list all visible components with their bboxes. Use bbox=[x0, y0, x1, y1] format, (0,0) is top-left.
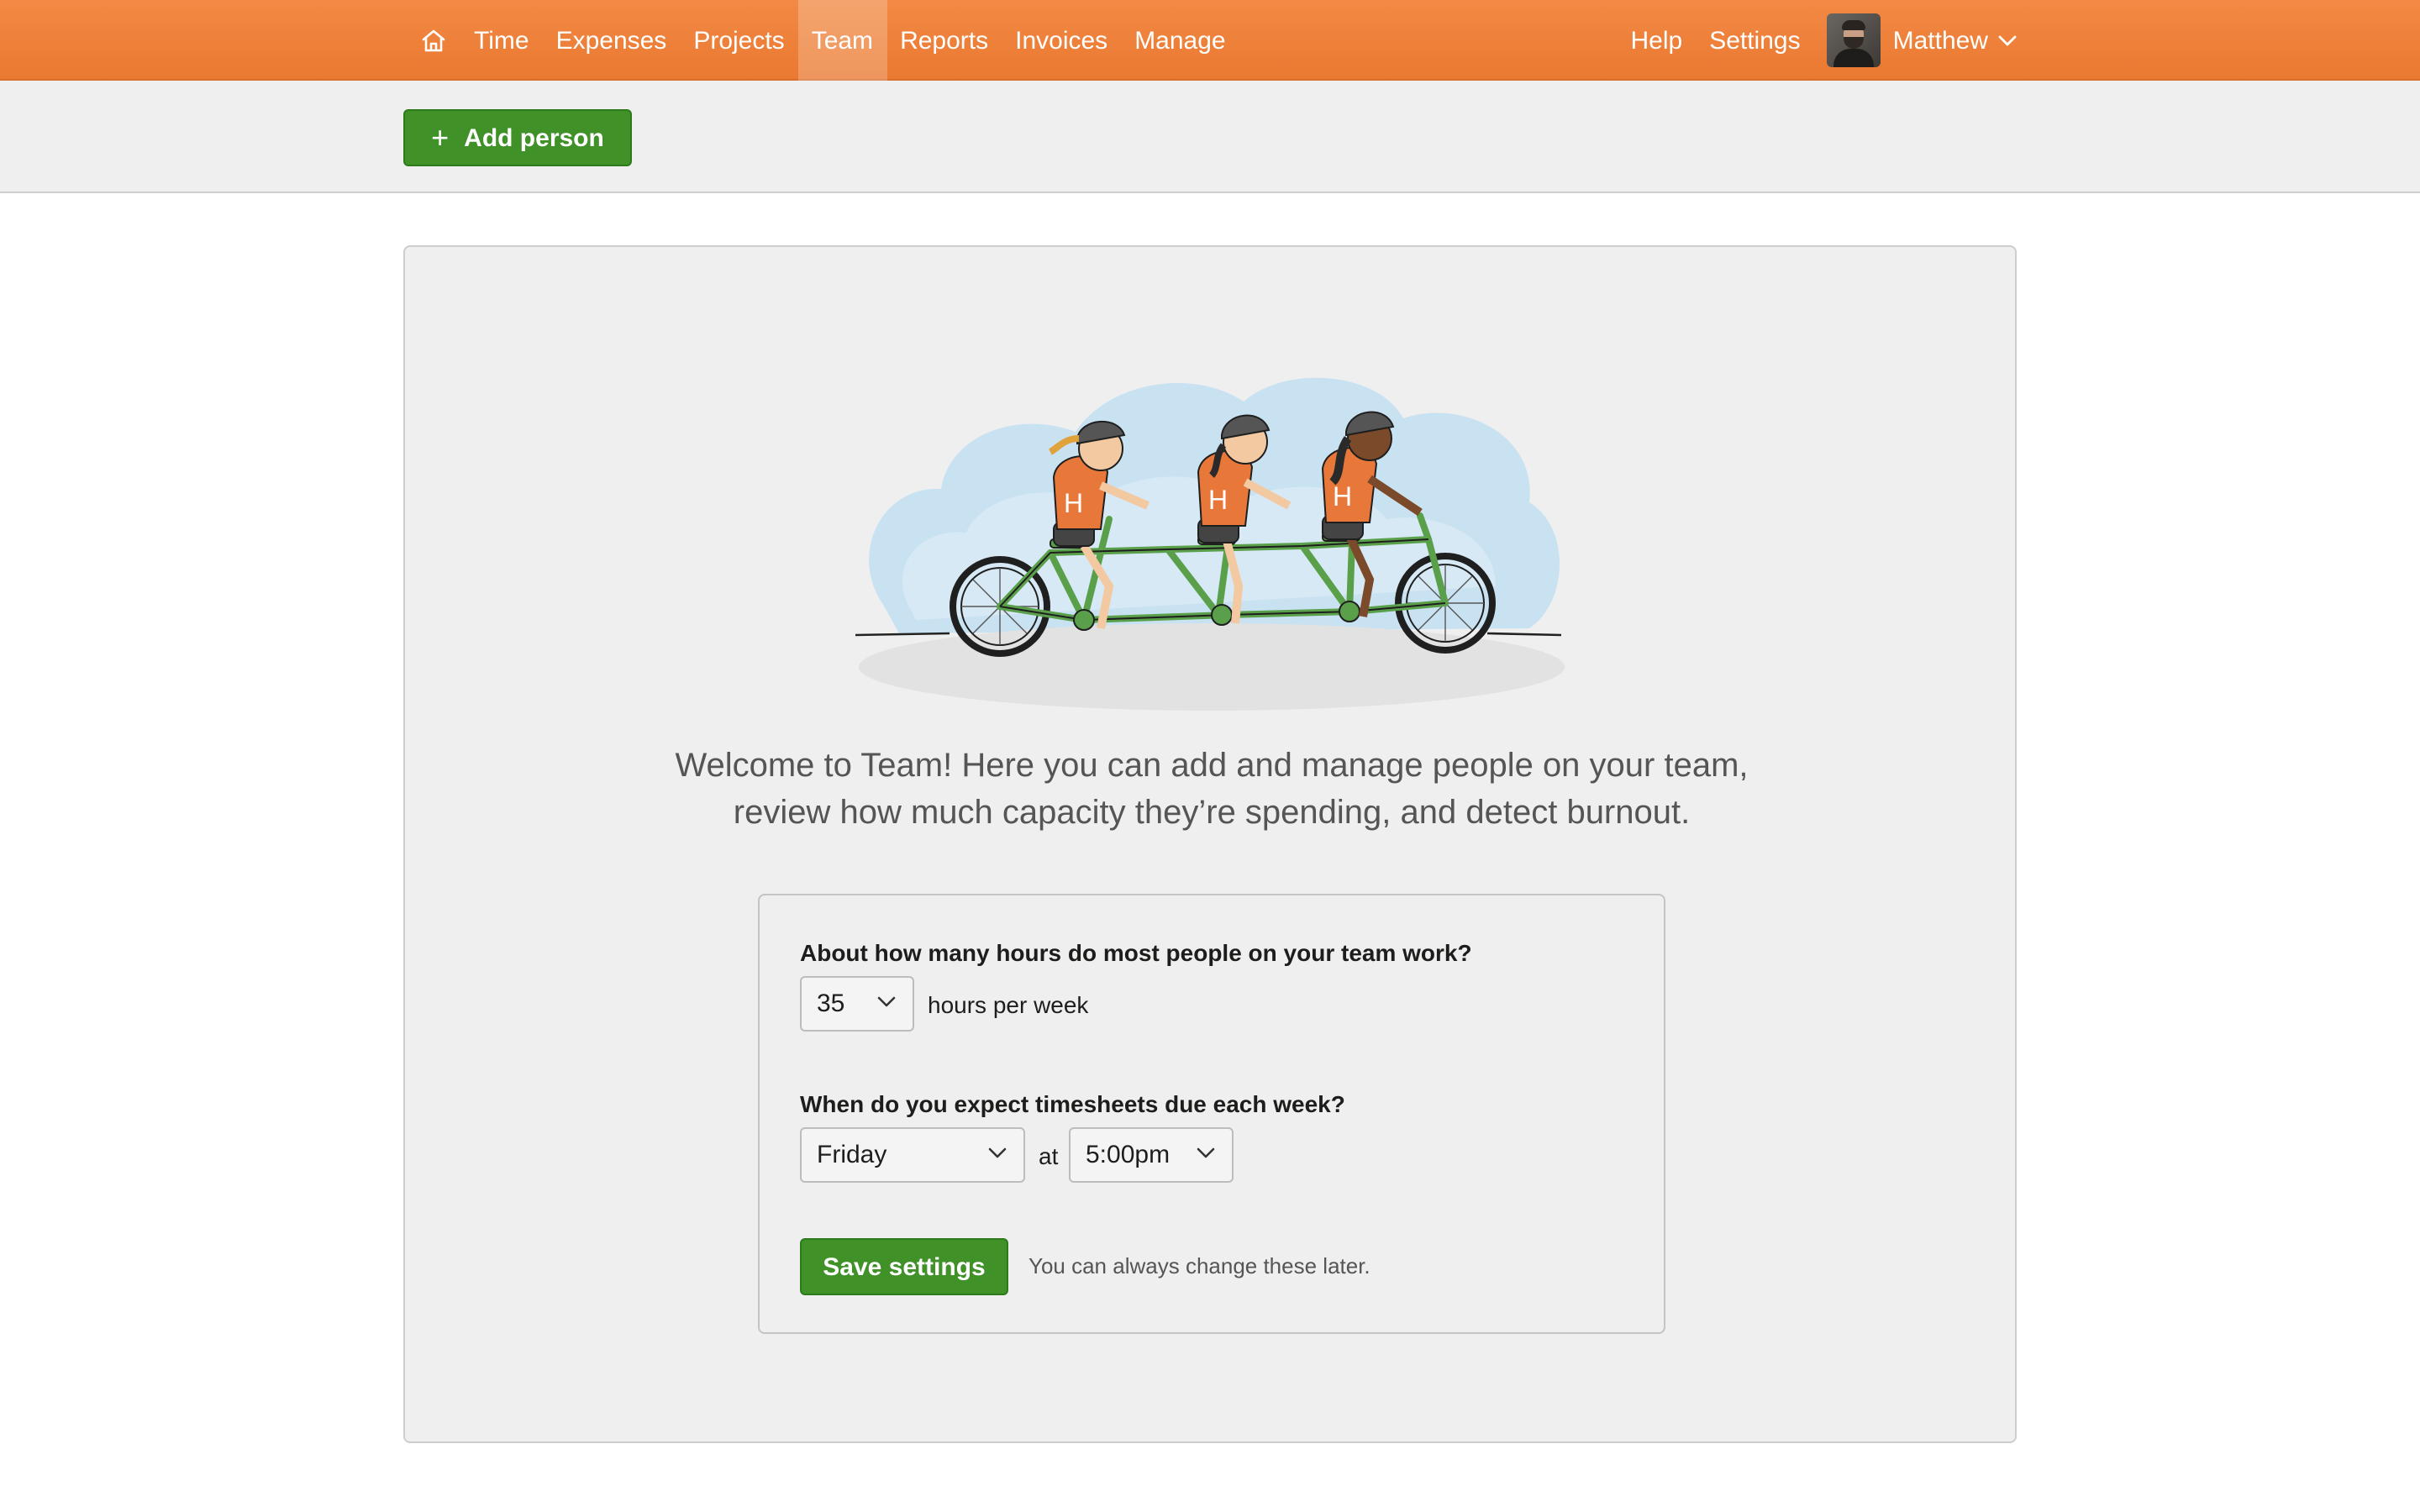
welcome-line-2: review how much capacity they’re spendin… bbox=[733, 795, 1691, 832]
chevron-down-icon bbox=[1197, 1147, 1215, 1158]
settings-label: Settings bbox=[1709, 26, 1801, 55]
plus-icon: + bbox=[431, 121, 450, 155]
page-toolbar: + Add person bbox=[0, 81, 2420, 193]
chevron-down-icon bbox=[988, 1147, 1007, 1158]
nav-item-label: Team bbox=[811, 26, 874, 55]
avatar bbox=[1827, 13, 1881, 67]
nav-item-label: Invoices bbox=[1015, 26, 1108, 55]
due-day-select[interactable]: Friday bbox=[800, 1127, 1025, 1183]
nav-item-label: Time bbox=[474, 26, 529, 55]
svg-text:H: H bbox=[1333, 481, 1352, 512]
nav-item-manage[interactable]: Manage bbox=[1121, 0, 1239, 81]
due-time-value: 5:00pm bbox=[1086, 1141, 1171, 1169]
hours-select[interactable]: 35 bbox=[800, 976, 914, 1032]
hours-suffix: hours per week bbox=[928, 991, 1089, 1018]
settings-hint: You can always change these later. bbox=[1028, 1253, 1370, 1278]
team-settings-form: About how many hours do most people on y… bbox=[758, 894, 1665, 1334]
welcome-line-1: Welcome to Team! Here you can add and ma… bbox=[675, 748, 1749, 785]
nav-item-reports[interactable]: Reports bbox=[886, 0, 1002, 81]
nav-item-label: Expenses bbox=[555, 26, 667, 55]
save-settings-label: Save settings bbox=[823, 1252, 986, 1281]
svg-text:H: H bbox=[1208, 485, 1228, 515]
nav-user-menu: Help Settings Matthew bbox=[1617, 0, 2017, 81]
nav-item-label: Reports bbox=[900, 26, 989, 55]
tandem-bicycle-illustration: H H H bbox=[855, 377, 1565, 711]
nav-item-settings[interactable]: Settings bbox=[1696, 0, 1813, 81]
save-settings-button[interactable]: Save settings bbox=[800, 1238, 1008, 1295]
nav-item-expenses[interactable]: Expenses bbox=[543, 0, 681, 81]
nav-item-projects[interactable]: Projects bbox=[680, 0, 797, 81]
nav-item-team[interactable]: Team bbox=[797, 0, 887, 81]
chevron-down-icon bbox=[1998, 34, 2017, 45]
nav-item-label: Projects bbox=[693, 26, 785, 55]
help-label: Help bbox=[1630, 26, 1683, 55]
nav-item-help[interactable]: Help bbox=[1617, 0, 1696, 81]
home-icon[interactable] bbox=[407, 0, 460, 81]
nav-item-invoices[interactable]: Invoices bbox=[1002, 0, 1121, 81]
nav-item-label: Manage bbox=[1134, 26, 1226, 55]
welcome-message: Welcome to Team! Here you can add and ma… bbox=[640, 743, 1783, 837]
hours-question-label: About how many hours do most people on y… bbox=[800, 939, 1472, 966]
team-empty-state-panel: H H H Welcome to Team! Here you can add … bbox=[403, 245, 2017, 1443]
due-time-select[interactable]: 5:00pm bbox=[1069, 1127, 1234, 1183]
nav-main-menu: Time Expenses Projects Team Reports Invo… bbox=[403, 0, 1239, 81]
chevron-down-icon bbox=[877, 996, 896, 1007]
svg-text:H: H bbox=[1064, 488, 1083, 518]
add-person-label: Add person bbox=[464, 123, 604, 152]
user-menu-button[interactable]: Matthew bbox=[1814, 0, 2017, 81]
user-name: Matthew bbox=[1892, 26, 1988, 55]
hours-select-value: 35 bbox=[817, 990, 845, 1018]
due-day-value: Friday bbox=[817, 1141, 887, 1169]
top-navigation: Time Expenses Projects Team Reports Invo… bbox=[0, 0, 2420, 81]
due-at-label: at bbox=[1039, 1142, 1059, 1169]
nav-inner: Time Expenses Projects Team Reports Invo… bbox=[403, 0, 2017, 81]
add-person-button[interactable]: + Add person bbox=[403, 109, 632, 166]
nav-item-time[interactable]: Time bbox=[460, 0, 543, 81]
due-question-label: When do you expect timesheets due each w… bbox=[800, 1090, 1345, 1117]
